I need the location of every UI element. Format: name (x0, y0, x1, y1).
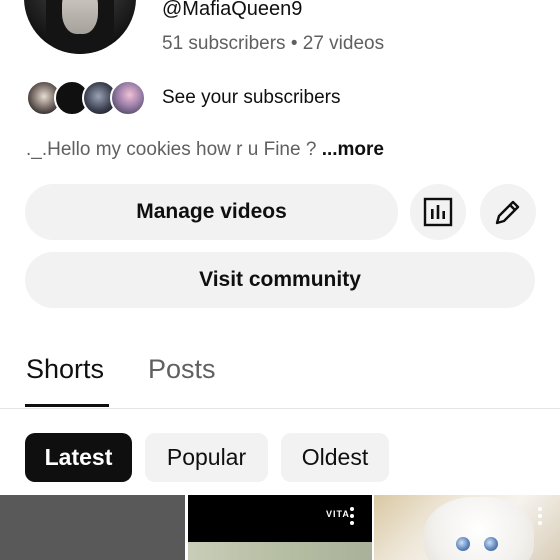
more-options-icon[interactable] (538, 507, 544, 525)
short-thumbnail[interactable] (374, 495, 560, 560)
see-subscribers-label: See your subscribers (162, 87, 341, 108)
short-thumbnail[interactable] (188, 495, 372, 560)
analytics-icon (423, 197, 453, 227)
tab-shorts[interactable]: Shorts (26, 354, 104, 385)
channel-description[interactable]: ._.Hello my cookies how r u Fine ? ...mo… (26, 139, 384, 161)
channel-avatar[interactable] (24, 0, 136, 54)
chip-oldest[interactable]: Oldest (281, 433, 389, 482)
manage-videos-button[interactable]: Manage videos (25, 184, 398, 240)
short-thumbnail[interactable] (0, 495, 185, 560)
chip-latest[interactable]: Latest (25, 433, 132, 482)
channel-handle: @MafiaQueen9 (162, 0, 303, 20)
tab-posts[interactable]: Posts (148, 354, 216, 385)
pencil-icon (495, 200, 520, 225)
more-options-icon[interactable] (350, 507, 356, 525)
visit-community-button[interactable]: Visit community (25, 252, 535, 308)
edit-channel-button[interactable] (480, 184, 536, 240)
cat-image (424, 497, 534, 560)
channel-page: @MafiaQueen9 51 subscribers • 27 videos … (0, 0, 560, 560)
more-link[interactable]: ...more (322, 139, 384, 160)
cat-eye (456, 537, 470, 551)
channel-tabs: Shorts Posts (0, 340, 560, 409)
analytics-button[interactable] (410, 184, 466, 240)
active-tab-indicator (25, 404, 109, 407)
thumbnail-image (188, 542, 372, 560)
channel-stats: 51 subscribers • 27 videos (162, 33, 385, 54)
chip-popular[interactable]: Popular (145, 433, 268, 482)
description-text: ._.Hello my cookies how r u Fine ? (26, 139, 322, 160)
thumbnail-watermark: VITA (326, 509, 350, 519)
subscriber-avatars (26, 78, 150, 118)
see-subscribers-link[interactable]: See your subscribers (26, 78, 340, 118)
avatar-face (62, 0, 98, 34)
subscriber-avatar (110, 80, 146, 116)
cat-eye (484, 537, 498, 551)
